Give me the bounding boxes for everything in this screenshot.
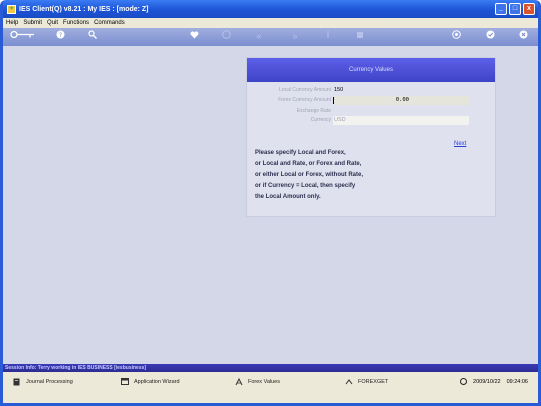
svg-text:?: ? xyxy=(58,32,61,39)
menu-help[interactable]: Help xyxy=(6,20,18,26)
upload-icon[interactable] xyxy=(323,30,333,43)
status-date: 2009/10/22 xyxy=(473,378,501,385)
wizard-icon xyxy=(121,378,129,386)
forexget-label: FOREXGET xyxy=(358,379,389,385)
session-info-bar: Session Info: Terry working in IES BUSIN… xyxy=(3,364,538,372)
close-window-button[interactable]: x xyxy=(523,3,535,15)
app-logo-icon: ✦ xyxy=(7,4,16,14)
local-amount-field[interactable]: 150 xyxy=(333,86,469,95)
journal-icon xyxy=(13,378,21,386)
menu-quit[interactable]: Quit xyxy=(47,20,58,26)
forex-amount-label: Forex Currency Amount xyxy=(278,97,331,103)
window-controls: _ □ x xyxy=(495,3,535,15)
close-icon[interactable] xyxy=(518,30,528,43)
forex-amount-value: 0.00 xyxy=(395,97,409,103)
forex-amount-row: Forex Currency Amount 0.00 xyxy=(247,96,495,105)
menu-commands[interactable]: Commands xyxy=(94,20,125,26)
forex-amount-field[interactable]: 0.00 xyxy=(333,96,469,105)
maximize-button[interactable]: □ xyxy=(509,3,521,15)
next-link[interactable]: Next xyxy=(454,141,466,147)
taskbar: Journal Processing Application Wizard Fo… xyxy=(3,372,538,403)
exchange-rate-field[interactable] xyxy=(333,107,469,116)
currency-values-panel: Currency Values Local Currency Amount 15… xyxy=(246,57,496,217)
application-wizard-label: Application Wizard xyxy=(134,379,180,385)
currency-field[interactable]: USD xyxy=(333,116,469,125)
scroll-icon[interactable] xyxy=(451,30,461,43)
menu-bar: Help Submit Quit Functions Commands xyxy=(3,18,538,28)
minimize-button[interactable]: _ xyxy=(495,3,507,15)
exchange-rate-label: Exchange Rate xyxy=(296,108,331,114)
key-icon[interactable] xyxy=(9,30,37,43)
stop-icon[interactable] xyxy=(355,30,365,43)
info-icon[interactable] xyxy=(221,30,231,43)
search-icon[interactable] xyxy=(87,30,97,43)
exchange-rate-row: Exchange Rate xyxy=(247,107,495,116)
forex-values-task[interactable]: Forex Values xyxy=(235,377,280,386)
check-icon[interactable] xyxy=(485,30,495,43)
instructions-text: Please specify Local and Forex, or Local… xyxy=(255,150,364,200)
datetime-status: 2009/10/22 09:24:06 xyxy=(460,378,528,385)
forex-values-label: Forex Values xyxy=(248,379,280,385)
panel-title: Currency Values xyxy=(247,58,495,82)
status-time: 09:24:06 xyxy=(506,378,528,385)
window-title: IES Client(Q) v8.21 : My IES : [mode: Z] xyxy=(19,5,149,13)
clock-icon xyxy=(460,378,468,385)
forex-values-icon xyxy=(235,377,243,386)
journal-processing-task[interactable]: Journal Processing xyxy=(13,378,73,386)
local-amount-row: Local Currency Amount 150 xyxy=(247,86,495,95)
app-window: ✦ IES Client(Q) v8.21 : My IES : [mode: … xyxy=(0,0,541,406)
application-wizard-task[interactable]: Application Wizard xyxy=(121,378,180,386)
currency-row: Currency USD xyxy=(247,116,495,125)
rewind-icon[interactable]: « xyxy=(253,30,265,43)
local-amount-label: Local Currency Amount xyxy=(279,87,331,93)
title-bar: ✦ IES Client(Q) v8.21 : My IES : [mode: … xyxy=(3,0,538,18)
heart-icon[interactable] xyxy=(189,30,199,43)
menu-submit[interactable]: Submit xyxy=(23,20,42,26)
forexget-icon xyxy=(345,378,353,386)
journal-processing-label: Journal Processing xyxy=(26,379,73,385)
currency-label: Currency xyxy=(310,117,331,123)
forward-icon[interactable]: » xyxy=(289,30,301,43)
text-cursor xyxy=(333,97,334,104)
menu-functions[interactable]: Functions xyxy=(63,20,89,26)
toolbar: ? « » xyxy=(3,28,538,46)
help-icon[interactable]: ? xyxy=(55,30,65,43)
forexget-task[interactable]: FOREXGET xyxy=(345,378,388,386)
